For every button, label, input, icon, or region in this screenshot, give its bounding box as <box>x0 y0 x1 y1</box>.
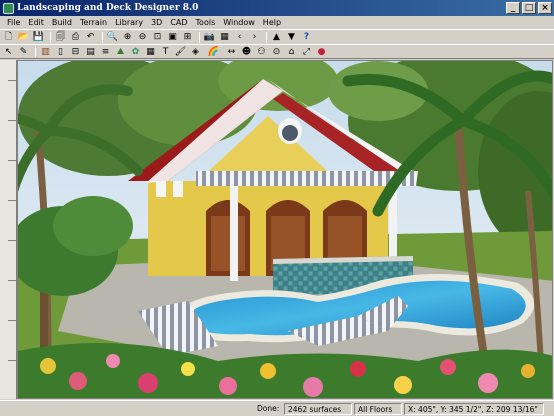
ruler-tick <box>8 320 16 321</box>
window-title: Landscaping and Deck Designer 8.0 <box>17 3 199 13</box>
text-icon[interactable]: T <box>159 46 172 58</box>
undo-icon[interactable]: ↶ <box>84 31 97 43</box>
menu-build[interactable]: Build <box>48 18 76 27</box>
menu-window[interactable]: Window <box>219 18 259 27</box>
open-folder-icon[interactable]: 📂 <box>17 31 30 43</box>
elevation-icon[interactable]: ▦ <box>218 31 231 43</box>
group-icon[interactable]: ⚇ <box>255 46 268 58</box>
dimension-icon[interactable]: ↔ <box>225 46 238 58</box>
vertical-ruler <box>0 60 17 399</box>
status-spacer <box>2 403 252 415</box>
menu-library[interactable]: Library <box>111 18 147 27</box>
menu-cad[interactable]: CAD <box>166 18 191 27</box>
new-file-icon[interactable]: 🗋 <box>2 31 15 43</box>
ruler-tick <box>8 120 16 121</box>
menu-help[interactable]: Help <box>259 18 285 27</box>
ruler-tick <box>8 280 16 281</box>
striped-awning <box>196 171 418 186</box>
rainbow-icon[interactable]: 🌈 <box>204 46 223 58</box>
paint-icon[interactable]: 🖌 <box>174 46 187 58</box>
camera-icon[interactable]: 📷 <box>203 31 216 43</box>
zoom-out-icon[interactable]: ⊖ <box>136 31 149 43</box>
print-preview-icon[interactable]: 🗐 <box>54 31 67 43</box>
window-tool-icon[interactable]: ⊟ <box>69 46 82 58</box>
library-icon[interactable]: ▦ <box>144 46 157 58</box>
zoom-icon[interactable]: 🔍 <box>106 31 119 43</box>
ruler-tick <box>8 240 16 241</box>
print-icon[interactable]: ⎙ <box>69 31 82 43</box>
column <box>230 186 238 281</box>
status-surfaces: 2462 surfaces <box>284 402 352 415</box>
standard-toolbar: 🗋 📂 💾 🗐 ⎙ ↶ 🔍 ⊕ ⊖ ⊡ ▣ ⊞ 📷 ▦ ‹ › ▲ ▼ ? <box>0 29 554 44</box>
menu-terrain[interactable]: Terrain <box>76 18 111 27</box>
next-icon[interactable]: › <box>248 31 261 43</box>
pan-window-icon[interactable]: ⊞ <box>181 31 194 43</box>
ruler-tick <box>8 160 16 161</box>
select-arrow-icon[interactable]: ↖ <box>2 46 15 58</box>
previous-icon[interactable]: ‹ <box>233 31 246 43</box>
app-icon <box>3 2 14 14</box>
zoom-in-icon[interactable]: ⊕ <box>121 31 134 43</box>
side-window <box>156 181 166 197</box>
build-toolbar: ↖ ✎ ▥ ▯ ⊟ ▤ ≡ ⛰ ✿ ▦ T 🖌 ◈ 🌈 ↔ ☻ ⚇ ⊙ ⌂ ⤢ … <box>0 44 554 59</box>
floor-down-icon[interactable]: ▼ <box>285 31 298 43</box>
menu-bar: File Edit Build Terrain Library 3D CAD T… <box>0 16 554 29</box>
floor-up-icon[interactable]: ▲ <box>270 31 283 43</box>
zoom-fit-icon[interactable]: ⊡ <box>151 31 164 43</box>
toolbar-separator <box>102 31 103 43</box>
rendered-scene <box>18 61 552 398</box>
transform-icon[interactable]: ⤢ <box>300 46 313 58</box>
menu-3d[interactable]: 3D <box>147 18 166 27</box>
wall-icon[interactable]: ▥ <box>39 46 52 58</box>
3d-render-viewport[interactable] <box>17 60 553 399</box>
camera-tool-icon[interactable]: ⊙ <box>270 46 283 58</box>
stairs-icon[interactable]: ≡ <box>99 46 112 58</box>
menu-file[interactable]: File <box>3 18 24 27</box>
status-floors: All Floors <box>354 402 402 415</box>
ruler-tick <box>8 200 16 201</box>
door-icon[interactable]: ▯ <box>54 46 67 58</box>
side-window <box>173 181 183 197</box>
title-bar: Landscaping and Deck Designer 8.0 _ □ × <box>0 0 554 16</box>
edit-icon[interactable]: ✎ <box>17 46 30 58</box>
save-icon[interactable]: 💾 <box>32 31 45 43</box>
help-icon[interactable]: ? <box>300 31 313 43</box>
maximize-button[interactable]: □ <box>522 2 536 14</box>
ruler-tick <box>8 360 16 361</box>
close-button[interactable]: × <box>538 2 552 14</box>
toolbar-separator <box>35 46 36 57</box>
minimize-button[interactable]: _ <box>506 2 520 14</box>
material-icon[interactable]: ◈ <box>189 46 202 58</box>
toolbar-separator <box>50 31 51 43</box>
menu-edit[interactable]: Edit <box>24 18 48 27</box>
status-bar: Done: 2462 surfaces All Floors X: 405", … <box>0 400 554 416</box>
status-done-label: Done: <box>257 403 280 413</box>
status-coordinates: X: 405", Y: 345 1/2", Z: 209 13/16" <box>404 402 544 415</box>
person-icon[interactable]: ☻ <box>240 46 253 58</box>
plant-icon[interactable]: ✿ <box>129 46 142 58</box>
ruler-tick <box>8 80 16 81</box>
menu-tools[interactable]: Tools <box>192 18 220 27</box>
toolbar-separator <box>266 31 267 43</box>
fill-window-icon[interactable]: ▣ <box>166 31 179 43</box>
toolbar-separator <box>199 31 200 43</box>
color-icon[interactable]: ● <box>315 46 328 58</box>
terrain-icon[interactable]: ⛰ <box>114 46 127 58</box>
cabinet-icon[interactable]: ▤ <box>84 46 97 58</box>
home-icon[interactable]: ⌂ <box>285 46 298 58</box>
